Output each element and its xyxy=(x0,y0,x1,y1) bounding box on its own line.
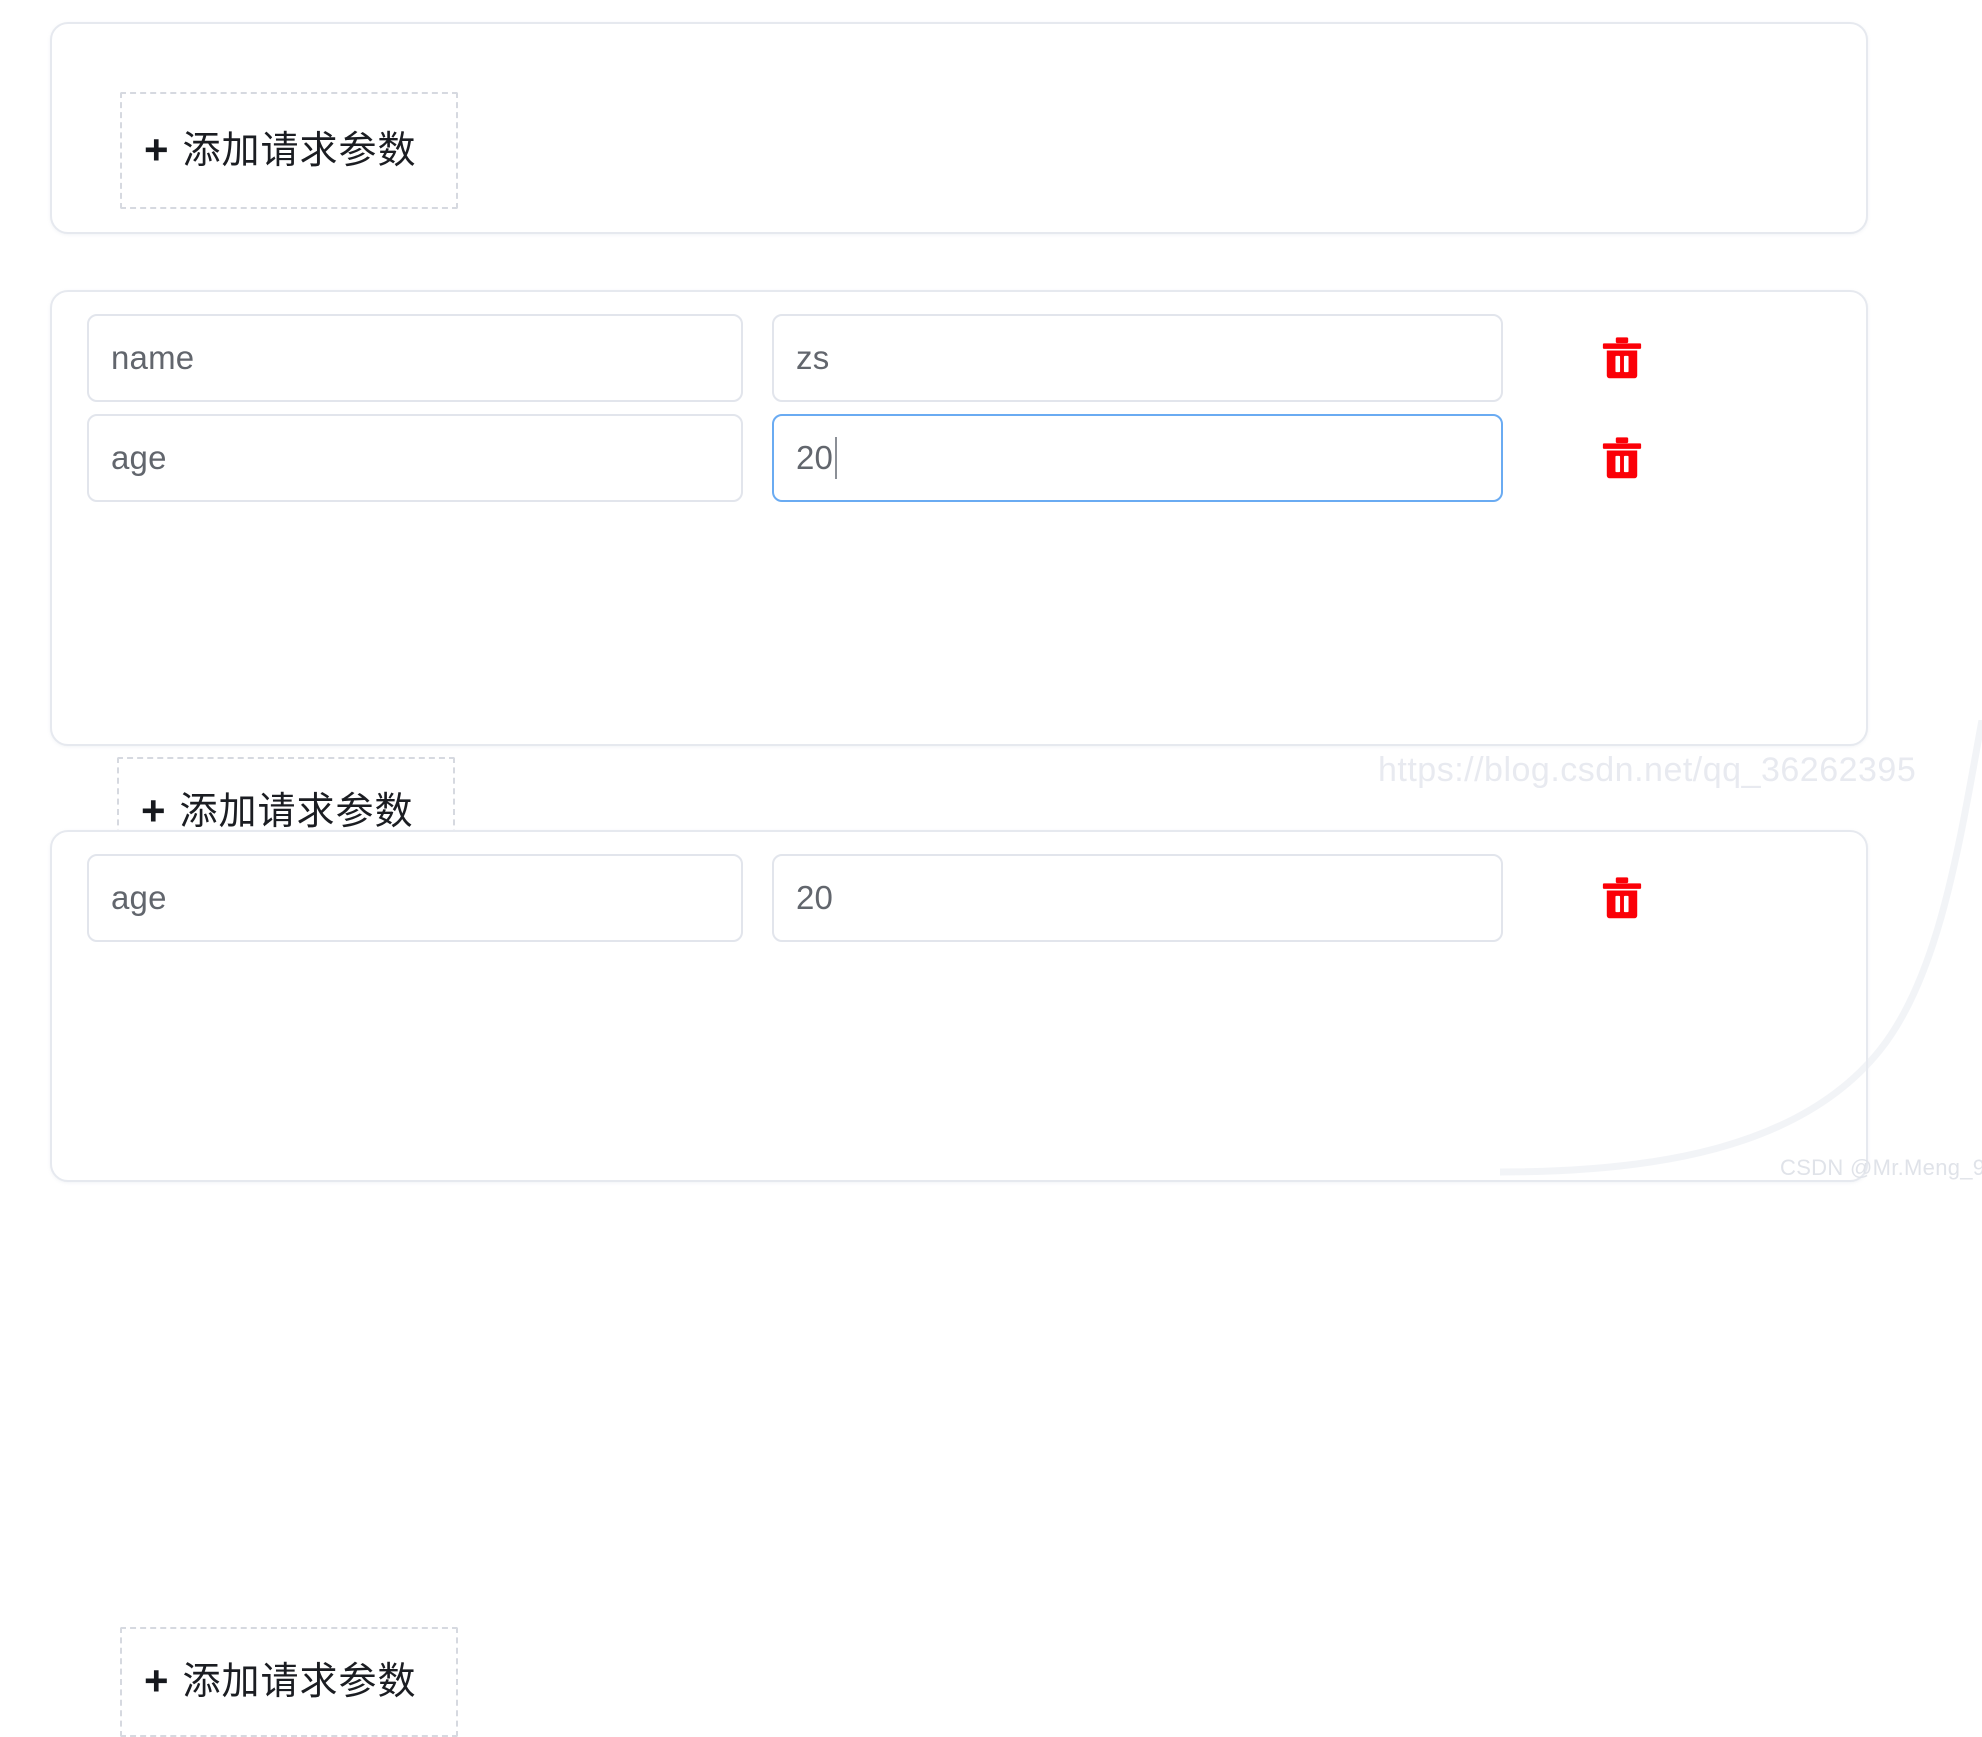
delete-param-button[interactable] xyxy=(1592,430,1652,488)
add-request-param-button[interactable]: + 添加请求参数 xyxy=(120,1627,458,1737)
param-value-input-focused[interactable]: 20 xyxy=(772,414,1503,502)
delete-param-button[interactable] xyxy=(1592,870,1652,928)
param-key-input[interactable]: name xyxy=(87,314,743,402)
plus-icon: + xyxy=(144,125,169,173)
watermark-url: https://blog.csdn.net/qq_36262395 xyxy=(1378,751,1917,789)
trash-icon xyxy=(1600,336,1644,382)
param-row: name zs xyxy=(72,314,1846,402)
param-key-input[interactable]: age xyxy=(87,414,743,502)
param-row: age 20 xyxy=(72,854,1846,942)
add-request-param-label: 添加请求参数 xyxy=(179,791,414,833)
param-card-single: age 20 + 添加请求参数 xyxy=(50,830,1868,1737)
param-value-text: 20 xyxy=(796,439,834,476)
add-request-param-button[interactable]: + 添加请求参数 xyxy=(120,92,458,209)
add-request-param-label: 添加请求参数 xyxy=(182,129,417,172)
param-value-input[interactable]: zs xyxy=(772,314,1503,402)
text-caret xyxy=(835,437,838,479)
add-request-param-label: 添加请求参数 xyxy=(182,1661,417,1703)
param-key-input[interactable]: age xyxy=(87,854,743,942)
param-row: age 20 xyxy=(72,414,1846,502)
delete-param-button[interactable] xyxy=(1592,330,1652,388)
trash-icon xyxy=(1600,876,1644,922)
trash-icon xyxy=(1600,436,1644,482)
param-card-empty: + 添加请求参数 xyxy=(50,22,1868,234)
param-value-input[interactable]: 20 xyxy=(772,854,1503,942)
plus-icon: + xyxy=(141,787,166,834)
plus-icon: + xyxy=(144,1657,169,1704)
param-card-filled: name zs age 20 + 添加请求参数 xyxy=(50,290,1868,867)
